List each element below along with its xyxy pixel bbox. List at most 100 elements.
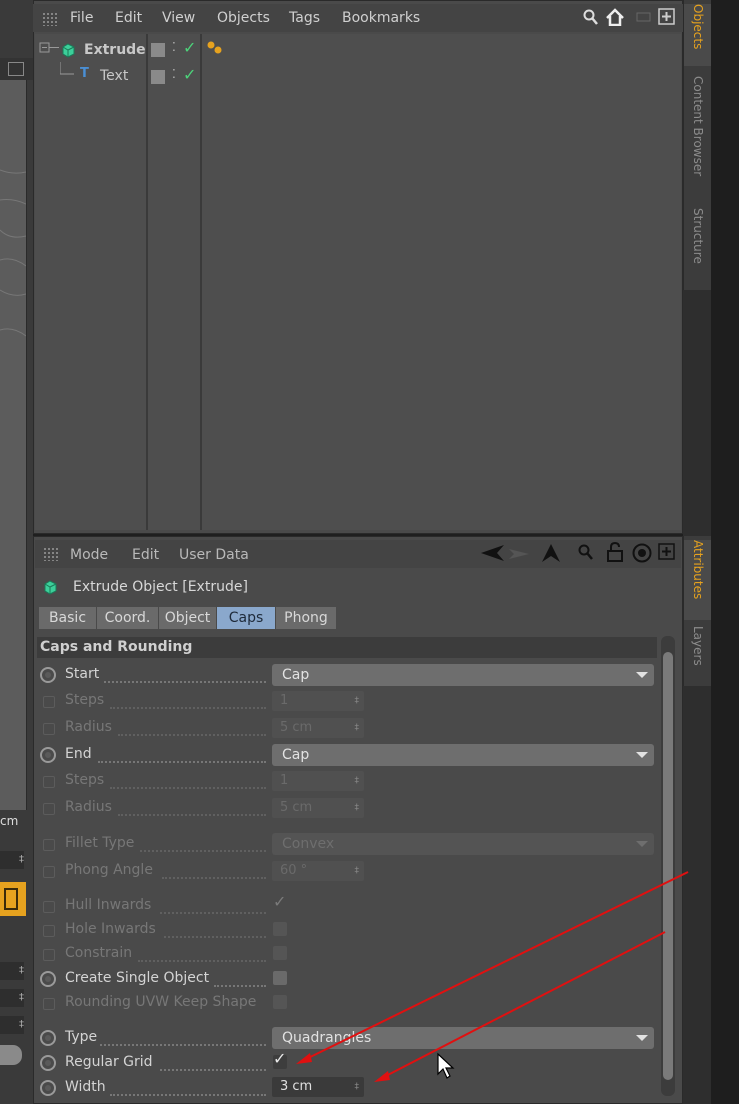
tab-coord[interactable]: Coord. <box>97 607 159 629</box>
tree-branch <box>60 62 74 75</box>
spinner-icon[interactable]: ‡ <box>355 1077 360 1097</box>
maximize-icon[interactable] <box>658 543 676 561</box>
grip-icon[interactable] <box>43 547 59 561</box>
tab-basic[interactable]: Basic <box>39 607 97 629</box>
field-label-steps: Steps <box>65 772 105 788</box>
grip-icon[interactable] <box>42 12 58 26</box>
home-icon[interactable] <box>605 8 625 26</box>
object-list[interactable] <box>35 34 681 530</box>
animate-toggle[interactable] <box>40 971 56 987</box>
field-label-width: Width <box>65 1079 106 1095</box>
label-leader <box>162 876 266 879</box>
object-title: Extrude Object [Extrude] <box>73 579 248 595</box>
menu-edit[interactable]: Edit <box>115 10 142 26</box>
search-icon[interactable] <box>583 9 599 27</box>
field-label-type: Type <box>65 1029 98 1045</box>
tab-objects[interactable]: Objects <box>684 4 712 66</box>
spinner-icon: ‡ <box>354 866 360 876</box>
checkmark-icon: ✓ <box>273 892 287 911</box>
tag-icon[interactable] <box>205 40 225 58</box>
label-leader <box>100 1043 266 1046</box>
search-icon[interactable] <box>578 544 594 562</box>
type-dropdown[interactable]: Quadrangles <box>272 1027 654 1049</box>
spinner-icon: ‡ <box>354 803 360 813</box>
group-title: Caps and Rounding <box>40 639 193 655</box>
label-leader <box>110 706 266 709</box>
layer-swatch-icon[interactable] <box>151 70 165 84</box>
object-name-text[interactable]: Text <box>100 68 128 84</box>
label-leader <box>140 849 266 852</box>
viewport-toolbar <box>0 58 33 80</box>
width-field[interactable]: 3 cm ‡ <box>272 1077 364 1097</box>
field-label-create-single-object: Create Single Object <box>65 970 210 986</box>
menu-user-data[interactable]: User Data <box>179 547 249 563</box>
chevron-down-icon <box>636 752 648 758</box>
end-dropdown[interactable]: Cap <box>272 744 654 766</box>
steps-field: 1 ‡ <box>272 691 364 711</box>
object-name-extrude[interactable]: Extrude <box>84 42 146 58</box>
animate-toggle[interactable] <box>40 1080 56 1096</box>
tab-attributes[interactable]: Attributes <box>684 540 712 620</box>
radius-field: 5 cm ‡ <box>272 718 364 738</box>
view-panel-icon[interactable] <box>8 62 24 76</box>
forward-arrow-icon[interactable] <box>508 548 530 560</box>
tab-layers[interactable]: Layers <box>684 626 712 682</box>
lock-icon[interactable] <box>606 542 624 562</box>
viewport-grid <box>0 169 26 337</box>
viewport-spinner[interactable]: ‡ <box>0 989 24 1007</box>
back-arrow-icon[interactable] <box>480 544 506 562</box>
phong-angle-field: 60 ° ‡ <box>272 861 364 881</box>
column-separator <box>200 34 202 530</box>
tab-caps[interactable]: Caps <box>217 607 276 629</box>
viewport-spinner[interactable]: ‡ <box>0 962 24 980</box>
chevron-down-icon <box>636 1035 648 1041</box>
enabled-check-icon[interactable]: ✓ <box>183 65 196 84</box>
tab-structure[interactable]: Structure <box>684 208 712 288</box>
label-leader <box>110 1093 266 1096</box>
animate-toggle <box>43 866 55 878</box>
menu-view[interactable]: View <box>162 10 195 26</box>
start-dropdown[interactable]: Cap <box>272 664 654 686</box>
mouse-cursor-icon <box>437 1052 455 1079</box>
menu-edit[interactable]: Edit <box>132 547 159 563</box>
visibility-dots-icon[interactable]: ⁚ <box>172 40 176 54</box>
menu-objects[interactable]: Objects <box>217 10 270 26</box>
new-view-icon[interactable] <box>636 11 652 23</box>
radius-value: 5 cm <box>280 800 313 815</box>
viewport-spinner[interactable]: ‡ <box>0 851 24 869</box>
animate-toggle[interactable] <box>40 1055 56 1071</box>
create-single-object-checkbox[interactable] <box>273 971 287 985</box>
regular-grid-checkbox[interactable]: ✓ <box>273 1049 287 1069</box>
field-label-end: End <box>65 746 92 762</box>
width-value: 3 cm <box>280 1079 313 1094</box>
enabled-check-icon[interactable]: ✓ <box>183 38 196 57</box>
label-leader <box>214 984 266 987</box>
field-label-steps: Steps <box>65 692 105 708</box>
menu-file[interactable]: File <box>70 10 93 26</box>
steps-value: 1 <box>280 693 289 708</box>
scrollbar-thumb[interactable] <box>663 652 673 1080</box>
viewport[interactable] <box>0 80 27 810</box>
tab-object[interactable]: Object <box>159 607 217 629</box>
animate-toggle[interactable] <box>40 1030 56 1046</box>
viewport-spinner[interactable]: ‡ <box>0 1016 24 1034</box>
fillet-type-value: Convex <box>282 836 335 852</box>
tab-phong[interactable]: Phong <box>276 607 337 629</box>
menu-tags[interactable]: Tags <box>289 10 320 26</box>
tab-content-browser[interactable]: Content Browser <box>684 76 712 200</box>
menu-mode[interactable]: Mode <box>70 547 108 563</box>
animate-toggle <box>43 998 55 1010</box>
visibility-dots-icon[interactable]: ⁚ <box>172 67 176 81</box>
maximize-icon[interactable] <box>658 8 676 26</box>
field-label-radius: Radius <box>65 799 112 815</box>
layer-swatch-icon[interactable] <box>151 43 165 57</box>
field-label-phong-angle: Phong Angle <box>65 862 153 878</box>
target-icon[interactable] <box>632 543 652 563</box>
animate-toggle[interactable] <box>40 667 56 683</box>
viewport-slider[interactable] <box>0 1045 22 1065</box>
animate-toggle[interactable] <box>40 747 56 763</box>
up-arrow-icon[interactable] <box>541 543 561 563</box>
menu-bookmarks[interactable]: Bookmarks <box>342 10 420 26</box>
film-icon[interactable] <box>0 882 26 916</box>
constrain-checkbox <box>273 946 287 960</box>
